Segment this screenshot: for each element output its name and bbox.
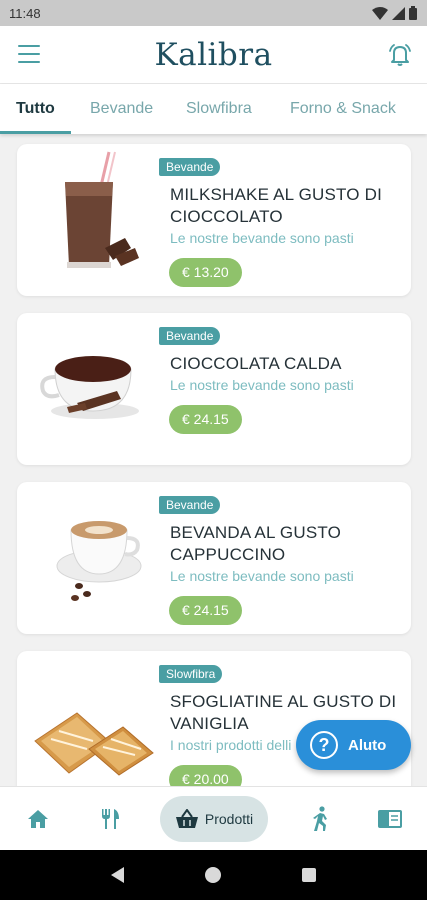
price-button[interactable]: € 24.15	[169, 596, 242, 625]
basket-icon	[175, 809, 198, 828]
category-badge: Bevande	[159, 327, 221, 345]
app-header: Kalibra	[0, 26, 427, 84]
nav-products-label: Prodotti	[204, 811, 254, 827]
price-button[interactable]: € 24.15	[169, 405, 242, 434]
wifi-icon	[372, 6, 388, 20]
category-badge: Bevande	[159, 496, 221, 514]
nav-activity[interactable]	[302, 787, 338, 851]
product-info: Bevande BEVANDA AL GUSTO CAPPUCCINO Le n…	[159, 496, 399, 625]
nav-home[interactable]	[20, 787, 56, 851]
product-card[interactable]: Bevande CIOCCOLATA CALDA Le nostre bevan…	[17, 313, 411, 465]
category-badge: Slowfibra	[159, 665, 223, 683]
tab-tutto[interactable]: Tutto	[0, 84, 71, 134]
tab-forno-snack[interactable]: Forno & Snack	[290, 84, 396, 134]
home-icon	[28, 810, 48, 828]
notification-bell-icon[interactable]	[387, 42, 413, 68]
status-icons	[372, 6, 417, 20]
category-tabs: Tutto Bevande Slowfibra Forno & Snack	[0, 84, 427, 134]
home-circle-icon[interactable]	[204, 867, 221, 883]
tab-bevande[interactable]: Bevande	[90, 84, 153, 134]
status-time: 11:48	[9, 5, 41, 21]
product-card[interactable]: Bevande BEVANDA AL GUSTO CAPPUCCINO Le n…	[17, 482, 411, 634]
recent-apps-icon[interactable]	[302, 868, 317, 882]
nav-meals[interactable]	[92, 787, 128, 851]
tab-slowfibra[interactable]: Slowfibra	[186, 84, 252, 134]
app-screen: 11:48 Kalibra Tutto Bevande Slowfibra Fo…	[0, 0, 427, 900]
walking-person-icon	[313, 806, 327, 831]
price-button[interactable]: € 13.20	[169, 258, 242, 287]
product-title: CIOCCOLATA CALDA	[170, 354, 342, 373]
product-title: MILKSHAKE AL GUSTO DI CIOCCOLATO	[170, 185, 383, 226]
hamburger-menu-icon[interactable]	[18, 45, 40, 63]
back-icon[interactable]	[110, 867, 124, 883]
product-card[interactable]: Bevande MILKSHAKE AL GUSTO DI CIOCCOLATO…	[17, 144, 411, 296]
product-subtitle: Le nostre bevande sono pasti	[170, 230, 354, 246]
signal-icon	[392, 6, 405, 20]
product-subtitle: Le nostre bevande sono pasti	[170, 568, 354, 584]
question-icon: ?	[310, 731, 338, 759]
product-title: BEVANDA AL GUSTO CAPPUCCINO	[170, 523, 342, 564]
cappuccino-image	[56, 521, 142, 601]
bottom-nav: Prodotti	[0, 786, 427, 850]
nav-products[interactable]: Prodotti	[160, 796, 268, 842]
nav-diary[interactable]	[372, 787, 408, 851]
sfogliatine-image	[34, 712, 154, 776]
fork-knife-icon	[102, 809, 119, 829]
price-button[interactable]: € 20.00	[169, 765, 242, 786]
hot-chocolate-image	[40, 356, 139, 419]
category-badge: Bevande	[159, 158, 221, 176]
brand-logo: Kalibra	[154, 36, 273, 73]
product-info: Bevande CIOCCOLATA CALDA Le nostre bevan…	[159, 327, 399, 434]
book-icon	[378, 810, 402, 828]
product-list: Bevande MILKSHAKE AL GUSTO DI CIOCCOLATO…	[0, 134, 427, 786]
product-info: Bevande MILKSHAKE AL GUSTO DI CIOCCOLATO…	[159, 158, 399, 287]
status-bar: 11:48	[0, 0, 427, 26]
product-subtitle: Le nostre bevande sono pasti	[170, 377, 354, 393]
help-label: Aluto	[348, 736, 387, 754]
milkshake-image	[65, 151, 139, 268]
battery-icon	[409, 6, 417, 20]
help-button[interactable]: ? Aluto	[296, 720, 411, 770]
system-nav-bar	[0, 850, 427, 900]
